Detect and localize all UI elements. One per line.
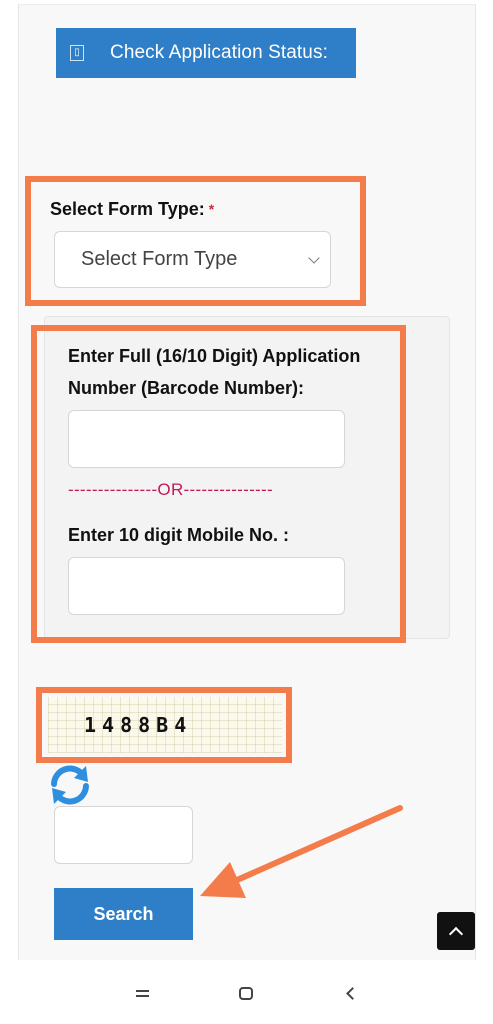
chevron-up-icon	[448, 926, 464, 941]
form-type-select[interactable]: Select Form Type	[54, 231, 331, 288]
form-type-label-text: Select Form Type:	[50, 199, 205, 219]
application-number-input[interactable]	[68, 410, 345, 468]
home-button[interactable]	[231, 978, 261, 1008]
info-icon: ▯	[70, 45, 84, 61]
scroll-to-top-button[interactable]	[437, 912, 475, 950]
application-number-label-line1: Enter Full (16/10 Digit) Application	[68, 346, 361, 366]
form-type-label: Select Form Type: *	[50, 193, 214, 225]
required-mark: *	[208, 201, 215, 217]
recent-apps-button[interactable]	[127, 978, 157, 1008]
refresh-icon[interactable]	[44, 762, 96, 808]
captcha-input[interactable]	[54, 806, 193, 864]
application-number-label-line2: Number (Barcode Number):	[68, 378, 305, 398]
or-separator: ---------------OR---------------	[68, 480, 273, 499]
mobile-number-label: Enter 10 digit Mobile No. :	[68, 525, 290, 545]
page: ▯ Check Application Status: Select Form …	[0, 0, 493, 1024]
captcha-text: 1488B4	[84, 713, 193, 737]
captcha-image: 1488B4	[48, 697, 282, 753]
chevron-down-icon	[308, 251, 320, 264]
search-button[interactable]: Search	[54, 888, 193, 940]
menu-icon	[135, 989, 149, 997]
status-header: ▯ Check Application Status:	[56, 28, 356, 78]
status-header-title: Check Application Status:	[110, 42, 328, 63]
home-icon	[239, 986, 254, 1000]
back-button[interactable]	[336, 978, 366, 1008]
mobile-number-input[interactable]	[68, 557, 345, 615]
pointer-arrow	[200, 805, 403, 898]
system-nav-bar	[0, 962, 493, 1024]
form-type-select-value: Select Form Type	[81, 248, 238, 270]
back-icon	[346, 986, 360, 1000]
